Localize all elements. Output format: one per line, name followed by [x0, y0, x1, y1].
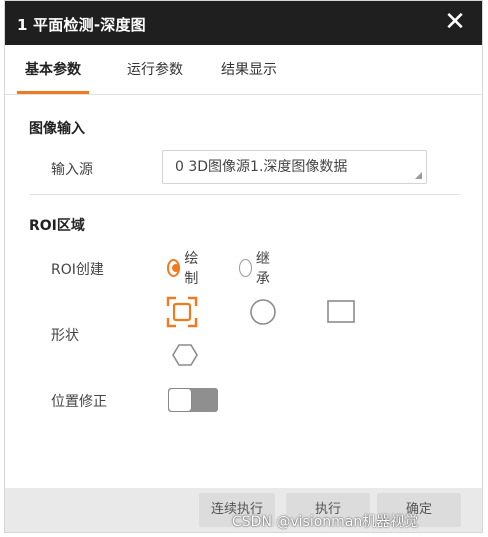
radio-draw[interactable]: 绘制 — [167, 251, 203, 287]
radio-draw-label: 绘制 — [184, 251, 199, 287]
roi-create-label: ROI创建 — [51, 262, 104, 278]
shape-rectangle-button[interactable] — [324, 295, 358, 329]
radio-checked-icon — [167, 259, 181, 277]
input-source-value: 0 3D图像源1.深度图像数据 — [175, 159, 348, 175]
radio-inherit-label: 继承 — [255, 251, 270, 287]
resize-grip-icon — [415, 172, 422, 179]
title-bar[interactable]: 1 平面检测-深度图 ✕ — [5, 1, 482, 45]
shape-circle-button[interactable] — [246, 295, 280, 329]
polygon-icon — [172, 344, 198, 366]
toggle-knob — [169, 389, 191, 411]
tab-bar: 基本参数 运行参数 结果显示 — [5, 45, 482, 95]
input-source-select[interactable]: 0 3D图像源1.深度图像数据 — [162, 150, 427, 184]
section-title-roi: ROI区域 — [29, 218, 85, 234]
module-dialog: 1 平面检测-深度图 ✕ 基本参数 运行参数 结果显示 图像输入 输入源 0 3… — [4, 0, 483, 533]
shape-polygon-button[interactable] — [169, 338, 203, 372]
circle-icon — [250, 299, 276, 325]
radio-unchecked-icon — [239, 259, 252, 277]
close-icon[interactable]: ✕ — [440, 7, 470, 37]
radio-inherit[interactable]: 继承 — [239, 251, 275, 287]
section-title-image-input: 图像输入 — [29, 121, 85, 137]
input-source-label: 输入源 — [51, 162, 93, 178]
rectangle-icon — [327, 300, 355, 323]
tab-basic-params[interactable]: 基本参数 — [17, 45, 89, 94]
section-divider — [29, 194, 460, 195]
shape-full-image-button[interactable] — [165, 295, 199, 329]
full-image-rect-icon — [166, 296, 198, 328]
position-correction-label: 位置修正 — [51, 394, 107, 410]
shape-label: 形状 — [51, 328, 79, 344]
tab-run-params[interactable]: 运行参数 — [119, 45, 191, 93]
tab-result-display[interactable]: 结果显示 — [213, 45, 285, 93]
window-title: 1 平面检测-深度图 — [17, 16, 146, 34]
watermark-text: CSDN @visionman机器视觉 — [232, 514, 419, 530]
position-correction-toggle[interactable] — [168, 388, 218, 412]
